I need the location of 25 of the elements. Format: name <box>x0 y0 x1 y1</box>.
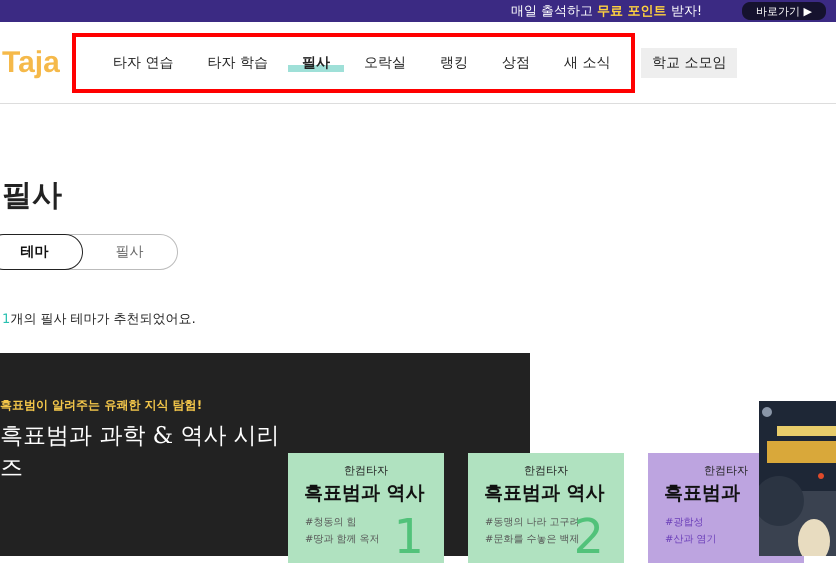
feature-subtitle: 흑표범이 알려주는 유쾌한 지식 탐험! <box>0 397 204 414</box>
toggle-tab[interactable]: 테마 <box>0 234 83 270</box>
page-title: 필사 <box>2 177 63 215</box>
feature-title: 흑표범과 과학 & 역사 시리즈 <box>0 422 281 483</box>
book-tag: #산과 염기 <box>665 531 804 548</box>
book-title: 흑표범과 <box>663 481 741 506</box>
banner-text: 매일 출석하고 무료 포인트 받자! <box>510 3 702 20</box>
nav-link[interactable]: 필사 <box>288 54 344 72</box>
nav-link[interactable]: 상점 <box>488 54 544 72</box>
book-title: 흑표범과 역사 <box>303 481 426 506</box>
nav-link[interactable]: 랭킹 <box>426 54 482 72</box>
book-tag: #광합성 <box>665 514 804 531</box>
book-publisher: 한컴타자 <box>703 463 749 478</box>
nav-link[interactable]: 오락실 <box>350 54 420 72</box>
book-title: 흑표범과 역사 <box>483 481 606 506</box>
nav-link[interactable]: 새 소식 <box>550 54 624 72</box>
toggle-tab[interactable]: 필사 <box>82 235 177 269</box>
school-club-link[interactable]: 학교 소모임 <box>641 48 738 78</box>
count-text: 개의 필사 테마가 추천되었어요. <box>10 312 196 327</box>
book-publisher: 한컴타자 <box>343 463 389 478</box>
nav-link[interactable]: 타자 연습 <box>99 54 188 72</box>
go-button[interactable]: 바로가기 ▶ <box>742 2 826 20</box>
nav-link[interactable]: 타자 학습 <box>193 54 282 72</box>
book-publisher: 한컴타자 <box>523 463 569 478</box>
count-number: 1 <box>2 312 10 327</box>
